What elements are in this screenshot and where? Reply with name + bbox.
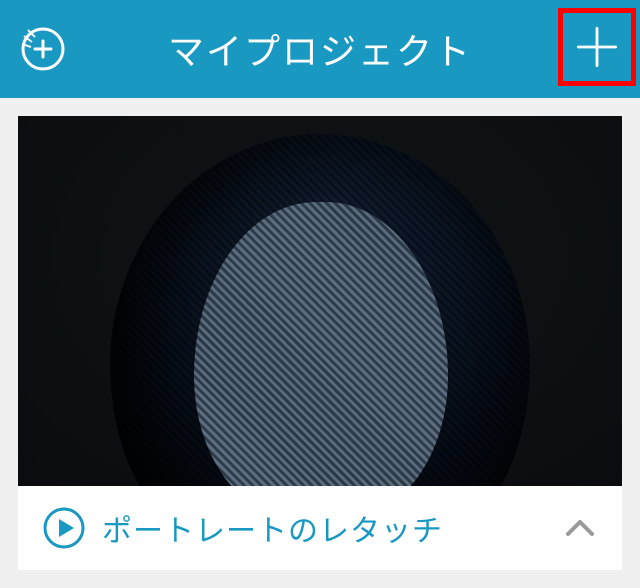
add-project-button[interactable] [558,8,636,86]
circle-plus-icon [18,24,68,74]
project-title: ポートレートのレタッチ [102,506,546,550]
project-card[interactable]: ポートレートのレタッチ [18,116,622,570]
content-area: ポートレートのレタッチ [0,98,640,588]
chevron-up-icon[interactable] [562,510,598,546]
app-header: マイプロジェクト [0,0,640,98]
project-footer: ポートレートのレタッチ [18,486,622,570]
plus-icon [569,19,625,75]
project-thumbnail [18,116,622,486]
play-circle-icon[interactable] [42,506,86,550]
app-logo[interactable] [18,24,68,74]
page-title: マイプロジェクト [168,23,472,75]
